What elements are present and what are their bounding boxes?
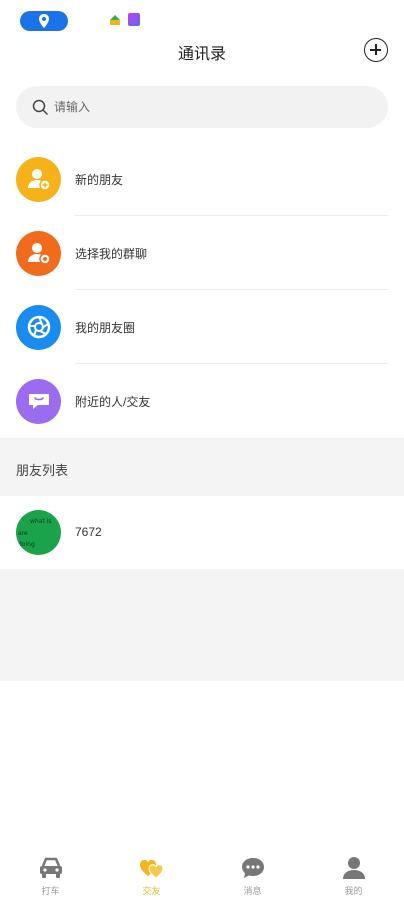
friend-name: 7672 [75,525,102,539]
notification-app-icon [110,15,120,25]
search-icon [32,99,48,115]
location-pin-icon [39,14,49,28]
tab-label: 打车 [41,886,60,896]
menu-item-label: 我的朋友圈 [75,320,136,335]
add-user-icon [16,156,61,202]
contact-menu-list: 新的朋友 选择我的群聊 我的朋友圈 附近的人/交友 [0,142,404,438]
hearts-icon [139,860,164,879]
add-button[interactable] [364,38,388,62]
avatar-text: what is [30,518,52,525]
status-bar [0,0,404,36]
bottom-tab-bar: 打车 交友 消息 我的 [0,846,404,900]
avatar: what is are doing [16,510,61,555]
friends-section-header: 朋友列表 [0,438,404,496]
menu-item-nearby[interactable]: 附近的人/交友 [0,364,404,438]
search-input[interactable] [54,100,354,114]
menu-item-new-friends[interactable]: 新的朋友 [0,142,404,216]
aperture-icon [16,304,61,350]
notification-app-icon-2 [128,13,140,26]
group-icon [16,230,61,276]
friend-list-item[interactable]: what is are doing 7672 [0,496,404,569]
tab-taxi[interactable]: 打车 [0,846,101,900]
avatar-text: doing [18,541,35,548]
tab-label: 消息 [243,886,262,896]
tab-label: 交友 [142,886,161,896]
chat-bubble-icon [16,378,61,424]
menu-item-label: 附近的人/交友 [75,394,151,409]
tab-friends[interactable]: 交友 [101,846,202,900]
car-icon [39,857,62,878]
person-icon [342,857,365,879]
avatar-text: are [18,530,28,537]
tab-messages[interactable]: 消息 [202,846,303,900]
page-title: 通讯录 [177,46,226,63]
location-indicator [20,11,68,31]
empty-area [0,569,404,681]
tab-label: 我的 [344,886,363,896]
header: 通讯录 [0,36,404,66]
menu-item-my-groups[interactable]: 选择我的群聊 [0,216,404,290]
message-icon [241,858,264,878]
search-bar[interactable] [16,86,388,128]
tab-me[interactable]: 我的 [303,846,404,900]
menu-item-moments[interactable]: 我的朋友圈 [0,290,404,364]
menu-item-label: 新的朋友 [75,172,124,187]
menu-item-label: 选择我的群聊 [75,246,148,261]
section-title: 朋友列表 [16,463,69,478]
